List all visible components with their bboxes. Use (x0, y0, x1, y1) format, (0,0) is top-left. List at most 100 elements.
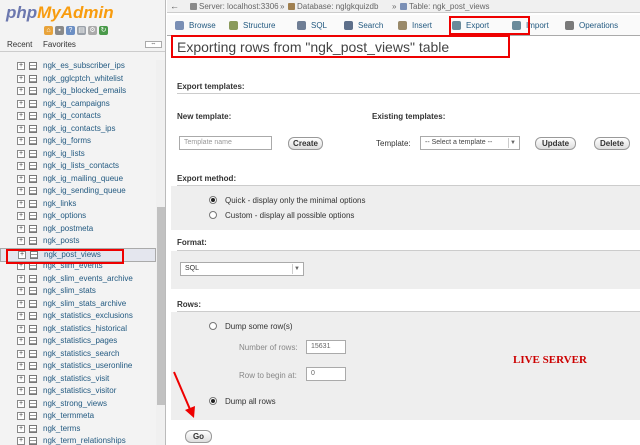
sidebar-item-table[interactable]: + ngk_ig_mailing_queue (0, 173, 156, 185)
dump-some-rows-label[interactable]: Dump some row(s) (225, 322, 293, 331)
sidebar-item-label[interactable]: ngk_statistics_visit (43, 373, 109, 385)
sidebar-item-table[interactable]: + ngk_slim_stats_archive (0, 298, 156, 310)
sidebar-item-label[interactable]: ngk_strong_views (43, 398, 107, 410)
settings-icon[interactable]: ⚙ (88, 26, 97, 35)
format-select[interactable]: SQL ▼ (180, 262, 304, 276)
expand-icon[interactable]: + (17, 224, 25, 233)
expand-icon[interactable]: + (17, 174, 25, 183)
breadcrumb-database[interactable]: Database: nglgkquizdb (297, 2, 378, 11)
sidebar-item-table[interactable]: + ngk_term_relationships (0, 435, 156, 445)
expand-icon[interactable]: + (17, 212, 25, 220)
expand-icon[interactable]: + (17, 299, 25, 308)
sidebar-item-table[interactable]: + ngk_statistics_pages (0, 335, 156, 347)
expand-icon[interactable]: + (17, 124, 25, 133)
sidebar-item-label[interactable]: ngk_statistics_pages (43, 335, 117, 347)
expand-icon[interactable]: + (17, 137, 25, 145)
sidebar-item-label[interactable]: ngk_slim_stats_archive (43, 298, 126, 310)
sidebar-item-table[interactable]: + ngk_ig_blocked_emails (0, 85, 156, 97)
sidebar-item-label[interactable]: ngk_gglcptch_whitelist (43, 73, 123, 85)
sidebar-item-label[interactable]: ngk_statistics_exclusions (43, 310, 133, 322)
sidebar-item-label[interactable]: ngk_statistics_search (43, 348, 119, 360)
sidebar-item-table[interactable]: + ngk_ig_forms (0, 135, 156, 147)
sidebar-item-label[interactable]: ngk_term_relationships (43, 435, 126, 445)
expand-icon[interactable]: + (17, 149, 25, 158)
sidebar-item-label[interactable]: ngk_posts (43, 235, 79, 247)
back-arrow-icon[interactable]: ← (170, 1, 179, 11)
expand-icon[interactable]: + (17, 237, 25, 245)
expand-icon[interactable]: + (17, 112, 25, 120)
custom-method-radio[interactable] (209, 211, 217, 219)
sidebar-item-table[interactable]: + ngk_ig_contacts (0, 110, 156, 122)
sidebar-item-label[interactable]: ngk_ig_lists (43, 148, 85, 160)
sidebar-item-table[interactable]: + ngk_ig_contacts_ips (0, 123, 156, 135)
expand-icon[interactable]: + (17, 324, 25, 333)
sidebar-item-table[interactable]: + ngk_statistics_exclusions (0, 310, 156, 322)
expand-icon[interactable]: + (17, 287, 25, 295)
sidebar-item-table[interactable]: + ngk_links (0, 198, 156, 210)
expand-icon[interactable]: + (17, 399, 25, 408)
sidebar-item-label[interactable]: ngk_links (43, 198, 76, 210)
expand-icon[interactable]: + (17, 387, 25, 395)
sidebar-item-table[interactable]: + ngk_statistics_search (0, 348, 156, 360)
sidebar-item-label[interactable]: ngk_slim_events_archive (43, 273, 133, 285)
dump-some-rows-radio[interactable] (209, 322, 217, 330)
sidebar-item-table[interactable]: + ngk_es_subscriber_ips (0, 60, 156, 72)
sidebar-item-label[interactable]: ngk_statistics_historical (43, 323, 127, 335)
sidebar-item-table[interactable]: + ngk_slim_events_archive (0, 273, 156, 285)
sidebar-item-label[interactable]: ngk_terms (43, 423, 80, 435)
sidebar-item-label[interactable]: ngk_ig_campaigns (43, 98, 110, 110)
quick-method-label[interactable]: Quick - display only the minimal options (225, 196, 366, 205)
sidebar-item-table[interactable]: + ngk_terms (0, 423, 156, 435)
logout-icon[interactable]: ▪ (55, 26, 64, 35)
sidebar-item-label[interactable]: ngk_ig_sending_queue (43, 185, 126, 197)
dump-all-rows-label[interactable]: Dump all rows (225, 397, 276, 406)
sidebar-item-table[interactable]: + ngk_gglcptch_whitelist (0, 73, 156, 85)
reload-icon[interactable]: ↻ (99, 26, 108, 35)
sidebar-item-label[interactable]: ngk_ig_mailing_queue (43, 173, 123, 185)
sidebar-item-table[interactable]: + ngk_ig_sending_queue (0, 185, 156, 197)
sidebar-item-label[interactable]: ngk_ig_lists_contacts (43, 160, 119, 172)
sidebar-item-table[interactable]: + ngk_statistics_visit (0, 373, 156, 385)
phpmyadmin-logo[interactable]: phpMyAdmin (6, 3, 121, 23)
update-template-button[interactable]: Update (535, 137, 576, 150)
dump-all-rows-radio[interactable] (209, 397, 217, 405)
quick-method-radio[interactable] (209, 196, 217, 204)
sidebar-item-table[interactable]: + ngk_postmeta (0, 223, 156, 235)
sidebar-item-label[interactable]: ngk_statistics_useronline (43, 360, 132, 372)
sidebar-item-table[interactable]: + ngk_ig_lists (0, 148, 156, 160)
sidebar-item-table[interactable]: + ngk_statistics_historical (0, 323, 156, 335)
expand-icon[interactable]: + (17, 437, 25, 445)
expand-icon[interactable]: + (17, 412, 25, 420)
sidebar-item-label[interactable]: ngk_termmeta (43, 410, 94, 422)
sidebar-item-table[interactable]: + ngk_termmeta (0, 410, 156, 422)
sidebar-item-label[interactable]: ngk_slim_stats (43, 285, 96, 297)
collapse-sidebar-button[interactable]: ⇔ (145, 41, 162, 48)
expand-icon[interactable]: + (17, 62, 25, 70)
expand-icon[interactable]: + (17, 337, 25, 345)
main-scrollbar[interactable] (630, 15, 640, 445)
number-of-rows-input[interactable]: 15631 (306, 340, 346, 354)
expand-icon[interactable]: + (17, 74, 25, 83)
row-to-begin-input[interactable]: 0 (306, 367, 346, 381)
sidebar-item-table[interactable]: + ngk_slim_stats (0, 285, 156, 297)
sidebar-item-label[interactable]: ngk_statistics_visitor (43, 385, 116, 397)
help-icon[interactable]: ? (66, 26, 75, 35)
breadcrumb-table[interactable]: Table: ngk_post_views (409, 2, 490, 11)
expand-icon[interactable]: + (17, 162, 25, 170)
expand-icon[interactable]: + (17, 424, 25, 433)
expand-icon[interactable]: + (17, 349, 25, 358)
custom-method-label[interactable]: Custom - display all possible options (225, 211, 354, 220)
template-select[interactable]: -- Select a template -- ▼ (420, 136, 520, 150)
sidebar-item-label[interactable]: ngk_ig_contacts_ips (43, 123, 116, 135)
expand-icon[interactable]: + (17, 187, 25, 195)
expand-icon[interactable]: + (17, 312, 25, 320)
expand-icon[interactable]: + (17, 374, 25, 383)
home-icon[interactable]: ⌂ (44, 26, 53, 35)
sidebar-item-table[interactable]: + ngk_statistics_useronline (0, 360, 156, 372)
sidebar-item-table[interactable]: + ngk_strong_views (0, 398, 156, 410)
sidebar-item-table[interactable]: + ngk_ig_lists_contacts (0, 160, 156, 172)
sidebar-item-table[interactable]: + ngk_options (0, 210, 156, 222)
create-template-button[interactable]: Create (288, 137, 323, 150)
docs-icon[interactable]: ▤ (77, 26, 86, 35)
tab-favorites[interactable]: Favorites (43, 40, 76, 49)
